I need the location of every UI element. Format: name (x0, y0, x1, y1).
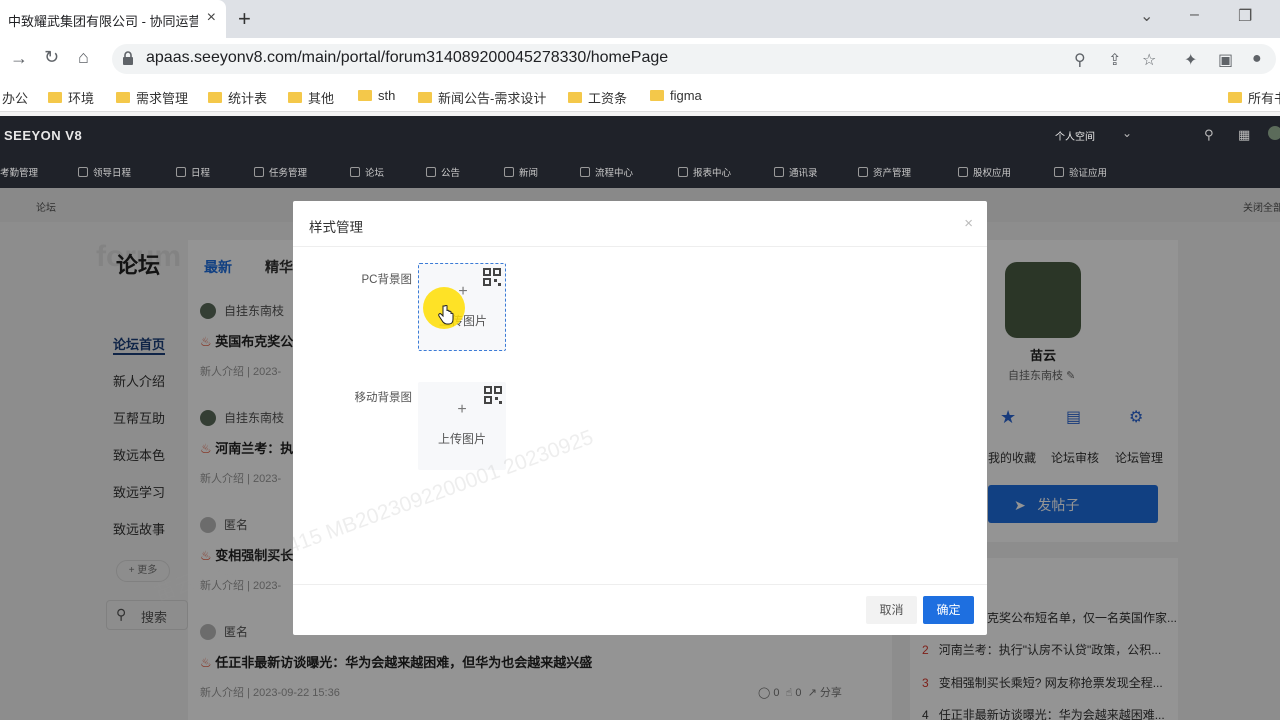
folder-icon (358, 90, 372, 101)
folder-icon (418, 92, 432, 103)
sidepanel-icon[interactable]: ▣ (1218, 50, 1233, 70)
cancel-button[interactable]: 取消 (866, 596, 917, 624)
apps-grid-icon[interactable]: ▦ (1238, 127, 1250, 143)
menu-item[interactable]: 论坛 (350, 165, 384, 179)
menu-item[interactable]: 报表中心 (678, 165, 731, 179)
share-icon[interactable]: ⇪ (1108, 50, 1121, 70)
bookmark-item[interactable]: 所有书签 (1228, 88, 1280, 107)
new-tab-button[interactable]: + (238, 6, 251, 32)
tab-close-icon[interactable]: × (207, 9, 216, 27)
lock-icon (122, 51, 134, 65)
search-icon[interactable]: ⚲ (1204, 127, 1214, 143)
menu-item[interactable]: 领导日程 (78, 165, 131, 179)
tab-title: 中致耀武集团有限公司 - 协同运营 (8, 14, 198, 29)
menu-icon (350, 167, 360, 177)
mobile-bg-label: 移动背景图 (354, 392, 413, 404)
menu-item[interactable]: 日程 (176, 165, 210, 179)
bookmarks-bar (0, 80, 1280, 112)
minimize-icon[interactable]: – (1190, 6, 1199, 24)
menu-icon (580, 167, 590, 177)
space-switch[interactable]: 个人空间 (1055, 128, 1095, 143)
style-manage-dialog: 样式管理 × PC背景图 + 上传图片 移动背景图 + 上传图片 取消 确定 (293, 201, 987, 635)
menu-item[interactable]: 通讯录 (774, 165, 818, 179)
home-icon[interactable]: ⌂ (78, 47, 89, 68)
menu-icon (426, 167, 436, 177)
menu-icon (774, 167, 784, 177)
hand-cursor-icon (438, 305, 454, 325)
folder-icon (1228, 92, 1242, 103)
menu-item[interactable]: 资产管理 (858, 165, 911, 179)
bookmark-item[interactable]: 工资条 (568, 88, 627, 107)
bookmark-item[interactable]: 统计表 (208, 88, 267, 107)
plus-icon: + (457, 401, 467, 418)
menu-item[interactable]: 公告 (426, 165, 460, 179)
folder-icon (48, 92, 62, 103)
menu-item[interactable]: 验证应用 (1054, 165, 1107, 179)
confirm-button[interactable]: 确定 (923, 596, 974, 624)
menu-item[interactable]: 考勤管理 (0, 165, 38, 179)
bookmark-item[interactable]: 环境 (48, 88, 94, 107)
menu-icon (254, 167, 264, 177)
menu-icon (678, 167, 688, 177)
folder-icon (568, 92, 582, 103)
bookmark-item[interactable]: 办公 (2, 88, 28, 107)
bookmark-item[interactable]: 需求管理 (116, 88, 188, 107)
app-logo: SEEYON V8 (4, 128, 83, 143)
avatar[interactable] (1268, 126, 1280, 140)
restore-icon[interactable]: ❐ (1238, 6, 1252, 26)
profile-icon[interactable]: ● (1252, 50, 1262, 68)
folder-icon (116, 92, 130, 103)
divider (293, 584, 987, 585)
reload-icon[interactable]: ↻ (44, 47, 59, 68)
dialog-title: 样式管理 (309, 220, 363, 235)
menu-item[interactable]: 流程中心 (580, 165, 633, 179)
star-icon[interactable]: ☆ (1142, 50, 1156, 70)
menu-icon (958, 167, 968, 177)
bookmark-item[interactable]: 其他 (288, 88, 334, 107)
bookmark-item[interactable]: sth (358, 88, 395, 103)
folder-icon (208, 92, 222, 103)
forward-icon[interactable]: → (10, 48, 28, 69)
menu-icon (1054, 167, 1064, 177)
bookmark-item[interactable]: 新闻公告-需求设计 (418, 88, 546, 107)
tab-search-icon[interactable]: ⌄ (1140, 6, 1153, 26)
folder-icon (650, 90, 664, 101)
folder-icon (288, 92, 302, 103)
menu-item[interactable]: 任务管理 (254, 165, 307, 179)
bookmark-item[interactable]: figma (650, 88, 702, 103)
zoom-icon[interactable]: ⚲ (1074, 50, 1086, 70)
menu-icon (78, 167, 88, 177)
divider (293, 246, 987, 247)
upload-label: 上传图片 (437, 432, 486, 446)
menu-item[interactable]: 新闻 (504, 165, 538, 179)
chevron-down-icon[interactable]: ⌄ (1122, 126, 1132, 140)
browser-tab[interactable]: 中致耀武集团有限公司 - 协同运营 × (0, 0, 226, 38)
url-text[interactable]: apaas.seeyonv8.com/main/portal/forum3140… (146, 49, 668, 67)
menu-item[interactable]: 股权应用 (958, 165, 1011, 179)
menu-icon (858, 167, 868, 177)
close-icon[interactable]: × (964, 215, 973, 232)
menu-icon (504, 167, 514, 177)
extensions-icon[interactable]: ✦ (1184, 50, 1197, 70)
menu-icon (176, 167, 186, 177)
pc-bg-label: PC背景图 (361, 274, 412, 286)
